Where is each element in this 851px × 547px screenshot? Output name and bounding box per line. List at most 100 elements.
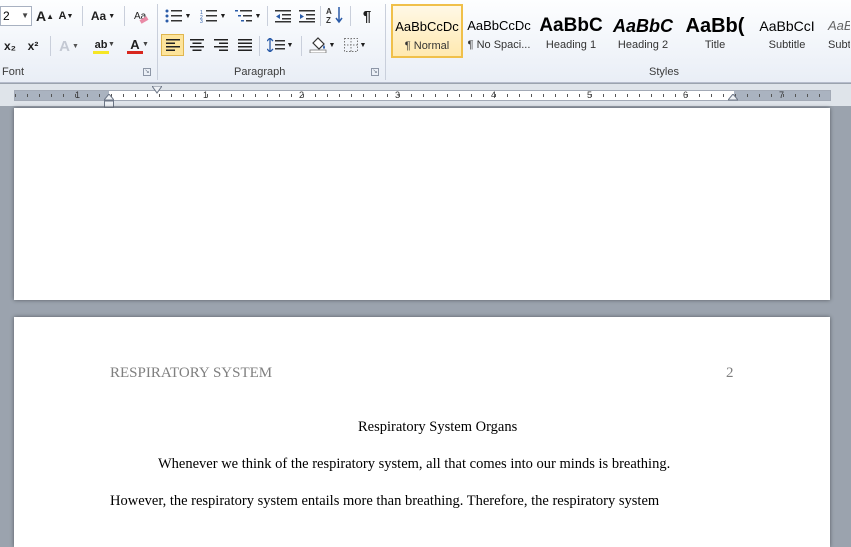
ruler-tick — [615, 94, 616, 97]
ruler-tick — [195, 94, 196, 97]
ruler-tick — [783, 94, 784, 97]
ruler-tick — [603, 94, 604, 97]
font-size-value: 2 — [3, 9, 10, 23]
svg-text:A: A — [326, 7, 332, 16]
hanging-indent-marker-icon[interactable] — [104, 94, 114, 108]
clear-formatting-icon: Aa — [134, 11, 149, 24]
font-color-icon: A — [130, 37, 140, 52]
clear-formatting-button[interactable]: Aa — [130, 5, 152, 27]
text-effects-button[interactable]: A ▼ — [56, 35, 82, 57]
shrink-font-icon: A — [58, 10, 67, 22]
line-spacing-button[interactable]: ▼ — [264, 34, 296, 56]
subscript-button[interactable]: x₂ — [0, 35, 20, 57]
ruler-tick — [147, 94, 148, 97]
page-1 — [14, 108, 830, 300]
divider — [50, 36, 51, 56]
style-subtitle[interactable]: AaBbCcI Subtitle — [751, 4, 823, 58]
style-preview: AaBl — [828, 18, 850, 33]
body-text-line[interactable]: Whenever we think of the respiratory sys… — [158, 456, 670, 473]
ruler-tick — [39, 94, 40, 97]
style-preview: AaBbCcDc — [395, 19, 459, 34]
ruler-tick — [255, 94, 256, 97]
multilevel-list-button[interactable]: ▼ — [232, 5, 264, 27]
header-running-title[interactable]: RESPIRATORY SYSTEM — [110, 365, 272, 382]
document-heading[interactable]: Respiratory System Organs — [358, 419, 517, 436]
style-title[interactable]: AaBb( Title — [679, 4, 751, 58]
right-indent-marker-icon[interactable] — [728, 94, 738, 102]
ruler-tick — [75, 94, 76, 97]
grow-font-button[interactable]: A ▲ — [35, 5, 55, 27]
horizontal-ruler[interactable]: 1 1 2 3 4 5 6 7 — [0, 84, 851, 108]
ruler-tick — [663, 94, 664, 97]
body-text-line[interactable]: However, the respiratory system entails … — [110, 493, 659, 510]
divider — [82, 6, 83, 26]
change-case-button[interactable]: Aa ▼ — [88, 5, 118, 27]
style-preview: AaBbC — [539, 15, 603, 36]
shading-bucket-icon — [309, 37, 326, 53]
increase-indent-button[interactable] — [296, 5, 318, 27]
show-marks-button[interactable]: ¶ — [356, 5, 378, 27]
ruler-tick — [51, 94, 52, 97]
font-group-label: Font — [2, 66, 25, 78]
ruler-tick — [423, 94, 424, 97]
numbering-button[interactable]: 123 ▼ — [197, 5, 229, 27]
multilevel-list-icon — [234, 10, 252, 22]
ruler-tick — [435, 94, 436, 97]
ruler-tick — [99, 94, 100, 97]
ruler-tick — [387, 94, 388, 97]
style-heading-2[interactable]: AaBbC Heading 2 — [607, 4, 679, 58]
chevron-down-icon[interactable]: ▼ — [21, 7, 29, 25]
decrease-indent-icon — [275, 10, 291, 23]
style-no-spacing[interactable]: AaBbCcDc ¶ No Spaci... — [463, 4, 535, 58]
decrease-indent-button[interactable] — [272, 5, 294, 27]
style-heading-1[interactable]: AaBbC Heading 1 — [535, 4, 607, 58]
style-name: Subtitle — [768, 39, 806, 51]
divider — [320, 6, 321, 26]
header-page-number[interactable]: 2 — [726, 365, 734, 382]
ruler-tick — [519, 94, 520, 97]
ruler-tick — [531, 94, 532, 97]
font-dialog-launcher-icon[interactable]: ↘ — [143, 68, 151, 76]
ruler-track: 1 1 2 3 4 5 6 7 — [14, 90, 831, 101]
ruler-tick — [699, 94, 700, 97]
ruler-tick — [315, 94, 316, 97]
chevron-down-icon: ▼ — [254, 12, 262, 20]
paragraph-dialog-launcher-icon[interactable]: ↘ — [371, 68, 379, 76]
style-name: ¶ No Spaci... — [467, 39, 531, 51]
ruler-tick — [27, 94, 28, 97]
bullets-button[interactable]: ▼ — [162, 5, 194, 27]
ruler-tick — [303, 94, 304, 97]
style-name: Heading 1 — [545, 39, 597, 51]
align-center-icon — [189, 39, 204, 51]
ruler-tick — [87, 94, 88, 97]
sort-button[interactable]: AZ — [324, 4, 346, 26]
align-center-button[interactable] — [185, 34, 208, 56]
style-subtle[interactable]: AaBl Subtl — [823, 4, 851, 58]
align-left-button[interactable] — [161, 34, 184, 56]
numbering-icon: 123 — [200, 10, 217, 23]
align-right-button[interactable] — [209, 34, 232, 56]
ruler-tick — [759, 94, 760, 97]
line-spacing-icon — [266, 38, 285, 52]
ruler-tick — [123, 94, 124, 97]
shrink-font-button[interactable]: A ▼ — [57, 5, 75, 27]
superscript-button[interactable]: x² — [22, 35, 44, 57]
highlight-color-bar — [93, 50, 109, 54]
ruler-tick — [771, 94, 772, 97]
divider — [301, 36, 302, 56]
borders-button[interactable]: ▼ — [340, 34, 370, 56]
style-normal[interactable]: AaBbCcDc ¶ Normal — [391, 4, 463, 58]
page-2: RESPIRATORY SYSTEM 2 Respiratory System … — [14, 317, 830, 547]
chevron-down-icon: ▼ — [328, 41, 336, 49]
chevron-down-icon[interactable]: ▼ — [108, 41, 115, 48]
font-size-box[interactable]: 2 ▼ — [0, 6, 32, 26]
divider — [259, 36, 260, 56]
borders-icon — [343, 38, 358, 52]
sort-icon: AZ — [326, 7, 343, 24]
ruler-tick — [747, 94, 748, 97]
justify-button[interactable] — [233, 34, 256, 56]
first-line-indent-marker-icon[interactable] — [152, 86, 162, 94]
shading-button[interactable]: ▼ — [306, 34, 338, 56]
chevron-down-icon[interactable]: ▼ — [142, 41, 149, 48]
ruler-left-margin — [15, 91, 109, 100]
